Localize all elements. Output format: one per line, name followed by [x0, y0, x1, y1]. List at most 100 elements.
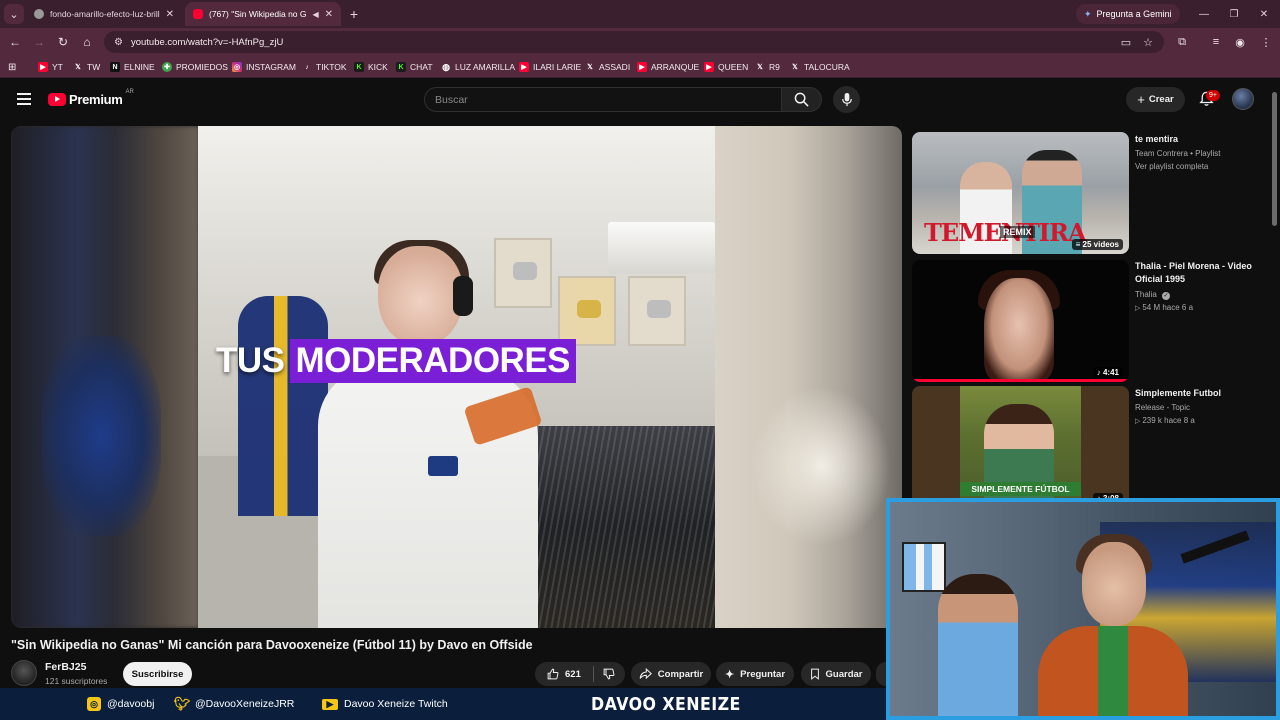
thumbs-down-icon: [603, 668, 615, 680]
bookmark-star-icon[interactable]: ☆: [1138, 32, 1158, 52]
bookmark-chat[interactable]: K CHAT: [396, 60, 433, 74]
save-label: Guardar: [825, 668, 863, 680]
voice-search-button[interactable]: [833, 86, 860, 113]
forward-arrow-icon[interactable]: →: [29, 32, 49, 52]
bookmark-instagram[interactable]: ◎ INSTAGRAM: [232, 60, 296, 74]
view-playlist-link[interactable]: Ver playlist completa: [1135, 160, 1208, 173]
apps-grid-icon[interactable]: ⊞: [8, 60, 16, 74]
menu-kebab-icon[interactable]: ⋮: [1256, 32, 1276, 52]
channel-avatar[interactable]: [11, 660, 37, 686]
microphone-icon: [841, 92, 852, 107]
home-icon[interactable]: ⌂: [77, 32, 97, 52]
x-icon: 𝕏: [587, 64, 593, 71]
create-button[interactable]: + Crear: [1126, 87, 1185, 112]
recommendation-channel[interactable]: Release - Topic: [1135, 401, 1190, 414]
more-actions-button[interactable]: [876, 662, 886, 686]
caption-highlight: MODERADORES: [289, 339, 577, 383]
recommendation-channel[interactable]: Team Contrera • Playlist: [1135, 147, 1221, 160]
tab-title: fondo-amarillo-efecto-luz-brill: [50, 9, 160, 19]
recommendation-thumbnail[interactable]: ♪ 4:41: [912, 260, 1129, 382]
sparkle-icon: ✦: [724, 668, 735, 681]
streamer-brand: DAVOO XENEIZE: [591, 694, 741, 715]
bookmark-label: TIKTOK: [316, 62, 347, 72]
blurred-backdrop-right: [714, 126, 902, 628]
boca-jersey: [238, 296, 328, 516]
close-window-icon[interactable]: ✕: [1254, 4, 1274, 24]
dislike-button[interactable]: [593, 662, 625, 686]
cast-icon[interactable]: ▭: [1116, 32, 1136, 52]
menu-hamburger-icon[interactable]: [14, 89, 34, 109]
bookmark-yt[interactable]: ▶ YT: [38, 60, 63, 74]
bookmark-label: INSTAGRAM: [246, 62, 296, 72]
bookmark-elnine[interactable]: N ELNINE: [110, 60, 155, 74]
search-input[interactable]: [424, 87, 782, 112]
account-avatar[interactable]: [1232, 88, 1254, 110]
video-caption-overlay: TUS MODERADORES: [216, 339, 577, 383]
caption-word: TUS: [216, 341, 285, 380]
bookmark-icon: [810, 668, 819, 680]
gemini-button[interactable]: ✦ Pregunta a Gemini: [1076, 4, 1180, 24]
tab-fondo-amarillo[interactable]: fondo-amarillo-efecto-luz-brill ✕: [26, 2, 182, 26]
bookmark-label: ASSADI: [599, 62, 631, 72]
bookmark-promiedos[interactable]: ✚ PROMIEDOS: [162, 60, 228, 74]
twitter-handle: 🐦︎ @DavooXeneizeJRR: [174, 696, 295, 711]
recommendation-channel[interactable]: Thalia ✓: [1135, 288, 1171, 301]
subscribe-button[interactable]: Suscribirse: [123, 662, 192, 686]
bookmark-label: LUZ AMARILLA: [455, 62, 515, 72]
scrollbar-thumb[interactable]: [1272, 92, 1277, 226]
save-button[interactable]: Guardar: [801, 662, 871, 686]
speaker-icon[interactable]: ◀: [312, 10, 318, 19]
bookmark-arranque[interactable]: ▶ ARRANQUE: [637, 60, 699, 74]
recommendation-title[interactable]: Simplemente Futbol: [1135, 387, 1265, 400]
bookmark-assadi[interactable]: 𝕏 ASSADI: [585, 60, 630, 74]
minimize-icon[interactable]: —: [1194, 4, 1214, 24]
search-button[interactable]: [781, 87, 822, 112]
recommendation-thumbnail[interactable]: TEMENTIRA REMIX ≡ 25 videos: [912, 132, 1129, 254]
bookmark-label: QUEEN: [718, 62, 749, 72]
person-in-video: [318, 240, 578, 628]
like-button[interactable]: 621: [535, 662, 593, 686]
new-tab-button[interactable]: +: [344, 4, 364, 24]
extensions-icon[interactable]: ⧉: [1172, 32, 1192, 52]
video-player[interactable]: TUS MODERADORES: [11, 126, 902, 628]
channel-name[interactable]: FerBJ25: [45, 661, 86, 673]
channel-label: Thalia: [1135, 290, 1157, 299]
bookmark-tiktok[interactable]: ♪ TIKTOK: [302, 60, 347, 74]
profile-icon[interactable]: ◉: [1230, 32, 1250, 52]
bookmark-ilari-larie[interactable]: ▶ ILARI LARIE: [519, 60, 581, 74]
youtube-icon: ▶: [637, 62, 647, 72]
globe-icon: ◍: [442, 61, 450, 72]
recommendation-title[interactable]: te mentira: [1135, 133, 1265, 146]
recommendation-title[interactable]: Thalia - Piel Morena - Video Oficial 199…: [1135, 260, 1265, 286]
restore-icon[interactable]: ❐: [1224, 4, 1244, 24]
back-arrow-icon[interactable]: ←: [5, 32, 25, 52]
twitter-text: @DavooXeneizeJRR: [195, 698, 295, 710]
bookmark-kick[interactable]: K KICK: [354, 60, 388, 74]
bookmark-r9[interactable]: 𝕏 R9: [755, 60, 780, 74]
bookmark-luz-amarilla[interactable]: ◍ LUZ AMARILLA: [441, 60, 515, 74]
notifications-badge: 9+: [1206, 90, 1220, 101]
plus-icon: +: [1137, 92, 1145, 107]
bookmark-talocura[interactable]: 𝕏 TALOCURA: [790, 60, 849, 74]
country-code: AR: [125, 89, 134, 95]
recommendation-stats: ▷ 239 k hace 8 a: [1135, 414, 1195, 428]
bookmark-label: ARRANQUE: [651, 62, 700, 72]
ask-button[interactable]: ✦ Preguntar: [716, 662, 794, 686]
bookmark-queen[interactable]: ▶ QUEEN: [704, 60, 748, 74]
stats-text: 239 k hace 8 a: [1142, 416, 1195, 425]
bookmark-label: TW: [87, 62, 101, 72]
tab-search-button[interactable]: ⌄: [4, 4, 24, 24]
framed-jersey: [902, 542, 946, 592]
close-tab-icon[interactable]: ✕: [325, 9, 333, 20]
close-tab-icon[interactable]: ✕: [166, 9, 174, 20]
recommendation-thumbnail[interactable]: SIMPLEMENTE FÚTBOL ♪ 3:08: [912, 386, 1129, 508]
blurred-backdrop-left-detail: [41, 336, 161, 536]
reload-icon[interactable]: ↻: [53, 32, 73, 52]
address-bar[interactable]: ⚙ youtube.com/watch?v=-HAfnPg_zjU: [104, 31, 1164, 53]
share-button[interactable]: Compartir: [631, 662, 711, 686]
bookmark-tw[interactable]: 𝕏 TW: [73, 60, 100, 74]
tab-youtube-video[interactable]: (767) "Sin Wikipedia no Gan ◀ ✕: [185, 2, 341, 26]
media-controls-icon[interactable]: ≡: [1206, 32, 1226, 52]
youtube-premium-logo[interactable]: Premium AR: [48, 89, 134, 109]
site-info-icon[interactable]: ⚙: [114, 37, 123, 48]
